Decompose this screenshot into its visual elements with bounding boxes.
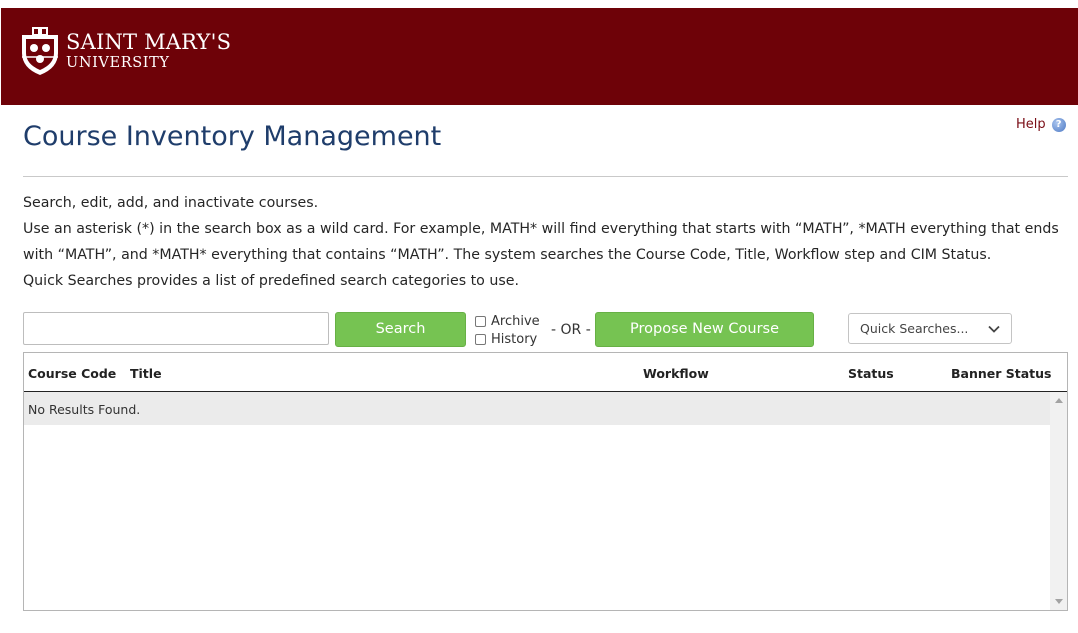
crest-icon: [22, 27, 58, 75]
history-checkbox[interactable]: [475, 334, 486, 345]
quick-searches-select[interactable]: Quick Searches...: [848, 313, 1012, 344]
scroll-up-icon[interactable]: [1055, 398, 1063, 403]
propose-new-course-button[interactable]: Propose New Course: [595, 312, 814, 347]
help-icon: ?: [1051, 117, 1066, 132]
site-header: SAINT MARY'S UNIVERSITY: [1, 8, 1078, 105]
help-label: Help: [1016, 117, 1046, 132]
logo-wordmark-line2: UNIVERSITY: [66, 55, 170, 71]
quick-searches-value: Quick Searches...: [860, 321, 969, 336]
archive-checkbox[interactable]: [475, 316, 486, 327]
chevron-down-icon: [988, 325, 1000, 333]
history-label: History: [491, 332, 538, 347]
column-header-status[interactable]: Status: [848, 366, 894, 381]
or-separator: - OR -: [551, 322, 591, 338]
page-title: Course Inventory Management: [23, 121, 442, 152]
history-checkbox-row[interactable]: History: [475, 332, 537, 347]
results-table: Course Code Title Workflow Status Banner…: [23, 352, 1068, 611]
column-header-banner-status[interactable]: Banner Status: [951, 366, 1051, 381]
instruction-line: Use an asterisk (*) in the search box as…: [23, 221, 1059, 263]
results-body: No Results Found.: [24, 392, 1050, 610]
archive-checkbox-row[interactable]: Archive: [475, 314, 540, 329]
results-header: Course Code Title Workflow Status Banner…: [24, 353, 1067, 392]
title-divider: [23, 176, 1068, 177]
results-scrollbar[interactable]: [1050, 392, 1067, 610]
logo-wordmark-line1: SAINT MARY'S: [66, 30, 232, 54]
archive-label: Archive: [491, 314, 540, 329]
search-input[interactable]: [23, 312, 329, 345]
column-header-title[interactable]: Title: [130, 366, 162, 381]
column-header-course-code[interactable]: Course Code: [28, 366, 116, 381]
help-link[interactable]: Help ?: [1016, 117, 1066, 132]
scroll-down-icon[interactable]: [1055, 599, 1063, 604]
instruction-line: Search, edit, add, and inactivate course…: [23, 195, 319, 211]
search-button[interactable]: Search: [335, 312, 466, 347]
empty-message: No Results Found.: [24, 392, 1050, 425]
instructions: Search, edit, add, and inactivate course…: [23, 190, 1068, 294]
column-header-workflow[interactable]: Workflow: [643, 366, 709, 381]
instruction-line: Quick Searches provides a list of predef…: [23, 273, 519, 289]
